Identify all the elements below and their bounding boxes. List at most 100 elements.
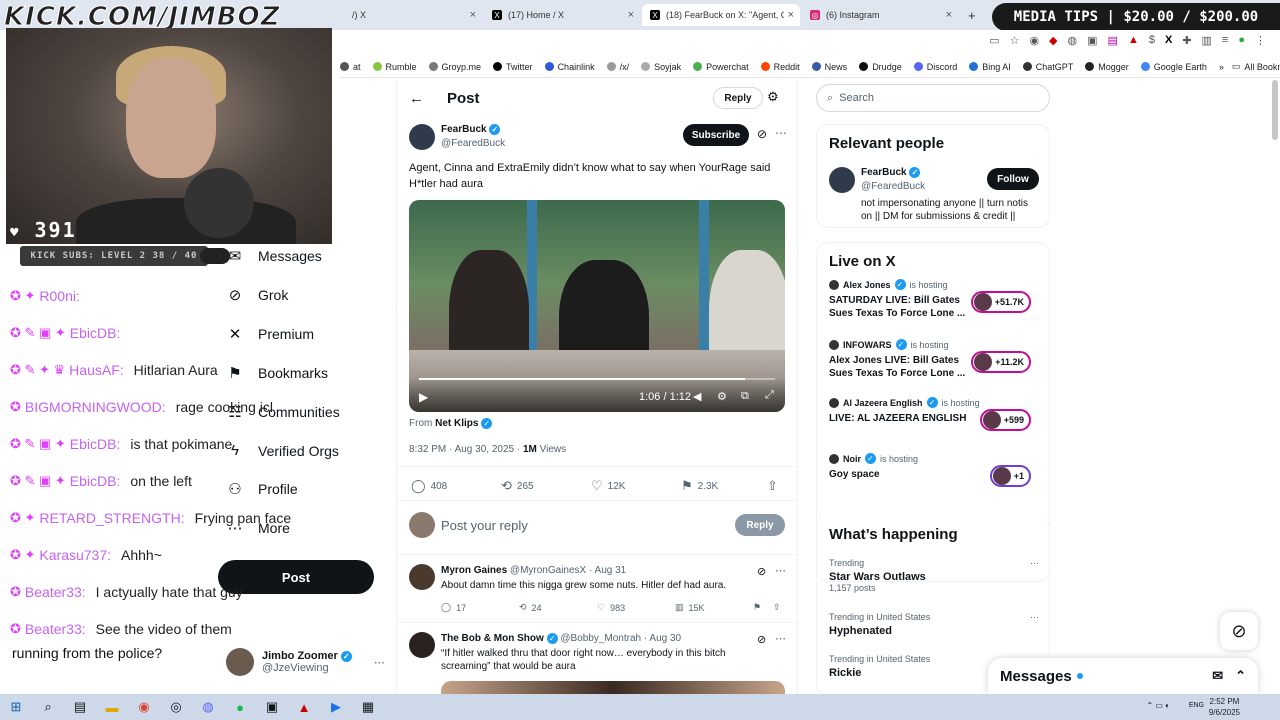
x-extension-icon[interactable]: X [1165,34,1172,47]
share-action[interactable]: ⇧ [773,602,781,613]
close-tab-icon[interactable]: × [470,9,476,21]
bookmark-item[interactable]: Discord [913,62,957,72]
volume-icon[interactable]: ◀ [693,390,701,403]
like-action[interactable]: ♡ 983 [597,602,625,613]
taskbar-clock[interactable]: 2:52 PM 9/6/2025 [1209,696,1240,718]
pip-icon[interactable]: ⧉ [741,390,749,403]
app-icon[interactable]: ▦ [357,698,379,716]
bookmarks-overflow-icon[interactable]: » [1219,62,1224,72]
reply-action[interactable]: ◯ 408 [411,478,447,494]
grok-icon[interactable]: ⊘ [757,565,766,578]
reply-avatar[interactable] [409,632,435,658]
more-icon[interactable]: ⋯ [1030,558,1039,569]
repost-action[interactable]: ⟲ 24 [519,602,542,613]
profile-avatar-icon[interactable]: ● [1238,34,1245,47]
browser-tab[interactable]: /) X × [344,4,482,26]
back-arrow-icon[interactable]: ← [409,90,424,107]
extension-icon[interactable]: ◆ [1049,34,1057,47]
like-action[interactable]: ♡ 12K [591,478,625,494]
close-tab-icon[interactable]: × [946,9,952,21]
trend-item[interactable]: Trending Star Wars Outlaws 1,157 posts ⋯ [829,558,1039,593]
bookmark-item[interactable]: ChatGPT [1022,62,1073,72]
bookmark-item[interactable]: Drudge [859,62,902,72]
file-explorer-icon[interactable]: ▬ [101,698,123,716]
screen-cast-icon[interactable]: ▭ [989,34,999,47]
new-tab-button[interactable]: + [960,4,980,26]
language-indicator[interactable]: ENG [1189,702,1204,709]
app-icon[interactable]: ▣ [261,698,283,716]
bookmark-action[interactable]: ⚑ [753,602,761,613]
live-listener-count[interactable]: +11.2K [971,351,1031,373]
app-icon[interactable]: ▲ [293,698,315,716]
person-name[interactable]: FearBuck ✓ [861,167,921,178]
extension-icon[interactable]: ◉ [1029,34,1039,47]
reply-media[interactable] [441,681,785,694]
reply-action[interactable]: ◯ 17 [441,602,466,613]
bookmark-item[interactable]: Google Earth [1140,62,1207,72]
live-space-row[interactable]: Alex Jones ✓ is hosting SATURDAY LIVE: Bill… [829,279,1041,320]
live-space-row[interactable]: INFOWARS ✓ is hosting Alex Jones LIVE: Bill… [829,339,1041,380]
bookmark-item[interactable]: Twitter [493,62,533,72]
live-listener-count[interactable]: +1 [989,465,1031,487]
more-icon[interactable]: ⋯ [1030,612,1039,623]
more-icon[interactable]: ⋯ [775,126,787,140]
settings-gear-icon[interactable]: ⚙ [717,390,727,403]
live-listener-count[interactable]: +51.7K [970,291,1031,313]
extension-icon[interactable]: ◍ [1068,34,1078,47]
bookmark-item[interactable]: Powerchat [693,62,749,72]
messages-drawer[interactable]: Messages ✉ ⌃ [988,658,1258,694]
app-icon[interactable]: ▶ [325,698,347,716]
bookmark-item[interactable]: /x/ [606,62,629,72]
fullscreen-icon[interactable]: ⤢ [765,389,774,402]
grok-icon[interactable]: ⊘ [757,633,766,646]
bookmark-item[interactable]: Soyjak [641,62,681,72]
close-tab-icon[interactable]: × [628,9,634,21]
live-listener-count[interactable]: +599 [979,409,1031,431]
side-panel-icon[interactable]: ▥ [1202,34,1212,47]
nav-verified-orgs[interactable]: ϟ Verified Orgs [226,442,339,459]
extension-icon[interactable]: ▣ [1087,34,1097,47]
bookmark-item[interactable]: Rumble [372,62,417,72]
search-icon[interactable]: ⌕ [37,698,59,716]
bookmark-item[interactable]: Mogger [1085,62,1129,72]
subscribe-button[interactable]: Subscribe [683,124,749,146]
browser-tab-active[interactable]: X (18) FearBuck on X: "Agent, Cinn × [642,4,800,26]
all-bookmarks[interactable]: ▭ All Bookmarks [1232,61,1280,72]
account-switcher[interactable]: Jimbo Zoomer ✓ @JzeViewing ⋯ [226,648,385,676]
extension-icon[interactable]: ▤ [1108,34,1118,47]
grok-floating-button[interactable]: ⊘ [1220,612,1258,650]
reply-submit-button[interactable]: Reply [735,514,785,536]
reading-list-icon[interactable]: ≡ [1222,34,1228,47]
reply-header-button[interactable]: Reply [713,87,763,109]
person-avatar[interactable] [829,167,855,193]
new-message-icon[interactable]: ✉ [1212,668,1223,684]
reply-input[interactable]: Post your reply [441,518,528,533]
bookmark-item[interactable]: at [340,62,361,72]
tray-icons[interactable]: ⌃ ▭ ◐ [1146,701,1170,710]
grok-icon[interactable]: ⊘ [757,127,767,141]
nav-messages[interactable]: ✉ Messages [226,247,322,265]
task-view-icon[interactable]: ▤ [69,698,91,716]
close-tab-icon[interactable]: × [788,9,794,21]
follow-button[interactable]: Follow [987,168,1039,190]
discord-icon[interactable]: ◍ [197,698,219,716]
sliders-icon[interactable]: ⚙ [767,89,779,105]
steam-icon[interactable]: ◎ [165,698,187,716]
bookmark-item[interactable]: Chainlink [544,62,595,72]
bookmark-item[interactable]: News [811,62,847,72]
bookmark-action[interactable]: ⚑ 2.3K [681,478,718,494]
spotify-icon[interactable]: ● [229,698,251,716]
chevron-up-icon[interactable]: ⌃ [1235,668,1246,684]
nav-grok[interactable]: ⊘ Grok [226,286,289,304]
video-player[interactable]: ▶ 1:06 / 1:12 ◀ ⚙ ⧉ ⤢ [409,200,785,412]
bookmark-item[interactable]: Groyp.me [428,62,481,72]
author-name[interactable]: FearBuck ✓ [441,124,501,135]
browser-tab[interactable]: X (17) Home / X × [484,4,640,26]
repost-action[interactable]: ⟲ 265 [501,478,534,494]
author-handle[interactable]: @FearedBuck [441,138,505,149]
more-icon[interactable]: ⋯ [775,632,786,645]
share-action[interactable]: ⇧ [767,478,778,494]
live-space-row[interactable]: Al Jazeera English ✓ is hosting LIVE: AL JA… [829,397,1041,431]
more-icon[interactable]: ⋯ [775,564,786,577]
bookmark-item[interactable]: Bing AI [969,62,1011,72]
